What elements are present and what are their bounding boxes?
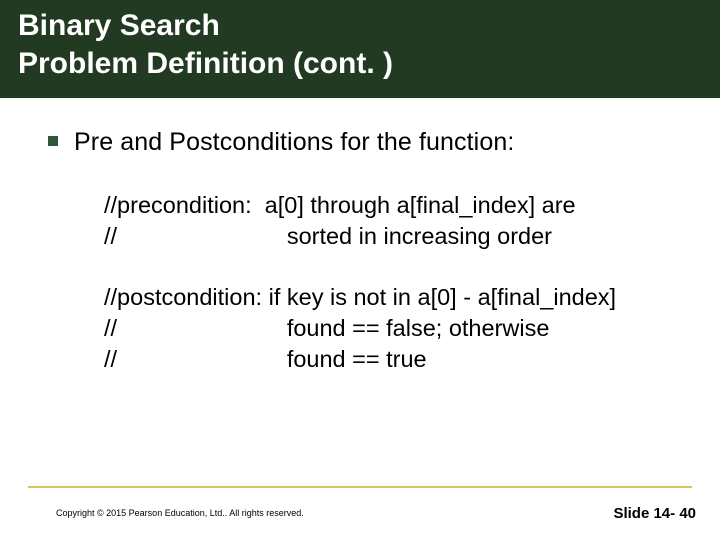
precondition-line-1: //precondition: a[0] through a[final_ind… [104,190,690,221]
slide-body: Pre and Postconditions for the function:… [0,98,720,375]
title-bar: Binary Search Problem Definition (cont. … [0,0,720,98]
title-line-1: Binary Search [18,7,702,45]
postcondition-line-3: // found == true [104,344,690,375]
postcondition-line-2: // found == false; otherwise [104,313,690,344]
postcondition-line-1: //postcondition: if key is not in a[0] -… [104,282,690,313]
copyright-text: Copyright © 2015 Pearson Education, Ltd.… [56,508,304,518]
square-bullet-icon [48,136,58,146]
slide: Binary Search Problem Definition (cont. … [0,0,720,540]
bullet-text: Pre and Postconditions for the function: [74,126,514,160]
postcondition-block: //postcondition: if key is not in a[0] -… [104,282,690,375]
precondition-line-2: // sorted in increasing order [104,221,690,252]
bullet-item: Pre and Postconditions for the function: [48,126,690,160]
precondition-block: //precondition: a[0] through a[final_ind… [104,190,690,252]
slide-number: Slide 14- 40 [613,505,696,522]
footer-divider [28,486,692,488]
title-line-2: Problem Definition (cont. ) [18,45,702,83]
